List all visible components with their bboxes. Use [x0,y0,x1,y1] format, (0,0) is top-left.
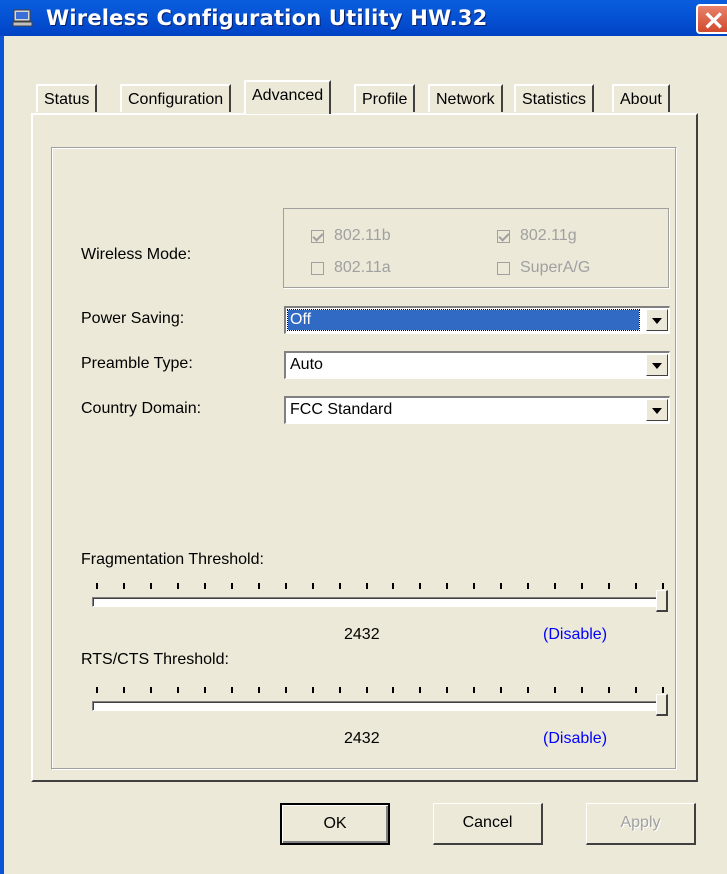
window-frame-left [0,36,4,874]
slider-tick [608,583,610,589]
slider-tick [419,583,421,589]
slider-tick [662,583,664,589]
slider-tick [177,687,179,693]
slider-tick [177,583,179,589]
close-icon: × [702,3,726,36]
fragmentation-slider-thumb[interactable] [656,590,668,612]
rts-cts-slider-ticks [96,687,666,695]
slider-tick [231,583,233,589]
checkbox-checked-icon [497,229,510,243]
checkbox-80211g[interactable]: 802.11g [497,227,577,245]
preamble-type-select[interactable]: Auto [284,351,670,379]
checkbox-unchecked-icon [311,261,324,275]
apply-button[interactable]: Apply [586,803,696,845]
computer-icon [12,9,33,27]
wireless-mode-label: Wireless Mode: [81,246,192,263]
rts-cts-disable-link[interactable]: (Disable) [543,730,607,748]
slider-tick [366,687,368,693]
rts-cts-slider-track[interactable] [92,701,666,711]
dropdown-arrow-icon[interactable] [646,354,668,376]
rts-cts-value: 2432 [344,730,380,747]
preamble-type-value: Auto [290,356,323,373]
slider-tick [258,583,260,589]
checkbox-80211a-label: 802.11a [334,259,391,276]
window-title: Wireless Configuration Utility HW.32 [46,6,488,30]
slider-tick [96,583,98,589]
slider-tick [150,583,152,589]
fragmentation-threshold-label: Fragmentation Threshold: [81,551,264,568]
checkbox-80211g-label: 802.11g [520,227,577,244]
dialog-window: Wireless Configuration Utility HW.32 × S… [0,0,727,874]
dropdown-arrow-icon[interactable] [646,309,668,331]
checkbox-superag[interactable]: SuperA/G [497,259,590,277]
tab-configuration[interactable]: Configuration [120,84,232,112]
slider-tick [446,687,448,693]
power-saving-select[interactable]: Off [284,306,670,334]
rts-cts-threshold-label: RTS/CTS Threshold: [81,651,229,668]
slider-tick [123,687,125,693]
slider-tick [258,687,260,693]
checkbox-unchecked-icon [497,261,510,275]
slider-tick [392,583,394,589]
checkbox-80211a[interactable]: 802.11a [311,259,391,277]
fragmentation-slider-track[interactable] [92,597,666,607]
slider-tick [554,687,556,693]
tab-network[interactable]: Network [428,84,503,112]
slider-tick [473,687,475,693]
slider-tick [581,583,583,589]
slider-tick [635,583,637,589]
rts-cts-slider-thumb[interactable] [656,694,668,716]
tab-statistics[interactable]: Statistics [514,84,595,112]
dropdown-arrow-icon[interactable] [646,399,668,421]
preamble-type-label: Preamble Type: [81,355,193,372]
slider-tick [662,687,664,693]
slider-tick [312,583,314,589]
fragmentation-slider-ticks [96,583,666,591]
slider-tick [527,687,529,693]
slider-tick [312,687,314,693]
tab-about[interactable]: About [612,84,670,112]
ok-button[interactable]: OK [280,803,390,845]
country-domain-label: Country Domain: [81,400,202,417]
close-button[interactable]: × [696,3,727,36]
power-saving-value: Off [287,309,640,331]
slider-tick [339,687,341,693]
fragmentation-disable-link[interactable]: (Disable) [543,626,607,644]
tab-status[interactable]: Status [36,84,98,112]
slider-tick [473,583,475,589]
title-bar[interactable]: Wireless Configuration Utility HW.32 × [0,0,727,36]
checkbox-80211b[interactable]: 802.11b [311,227,391,245]
slider-tick [554,583,556,589]
tab-advanced[interactable]: Advanced [244,80,332,114]
slider-tick [581,687,583,693]
slider-tick [231,687,233,693]
slider-tick [204,687,206,693]
checkbox-superag-label: SuperA/G [520,259,591,276]
slider-tick [500,687,502,693]
country-domain-select[interactable]: FCC Standard [284,396,670,424]
slider-tick [500,583,502,589]
slider-tick [123,583,125,589]
slider-tick [285,583,287,589]
slider-tick [96,687,98,693]
slider-tick [635,687,637,693]
slider-tick [419,687,421,693]
slider-tick [204,583,206,589]
checkbox-checked-icon [311,229,324,243]
slider-tick [366,583,368,589]
fragmentation-value: 2432 [344,626,380,643]
slider-tick [446,583,448,589]
slider-tick [339,583,341,589]
tab-profile[interactable]: Profile [354,84,416,112]
slider-tick [527,583,529,589]
slider-tick [285,687,287,693]
checkbox-80211b-label: 802.11b [334,227,391,244]
country-domain-value: FCC Standard [290,401,393,418]
slider-tick [608,687,610,693]
slider-tick [392,687,394,693]
slider-tick [150,687,152,693]
cancel-button[interactable]: Cancel [433,803,543,845]
power-saving-label: Power Saving: [81,310,185,327]
